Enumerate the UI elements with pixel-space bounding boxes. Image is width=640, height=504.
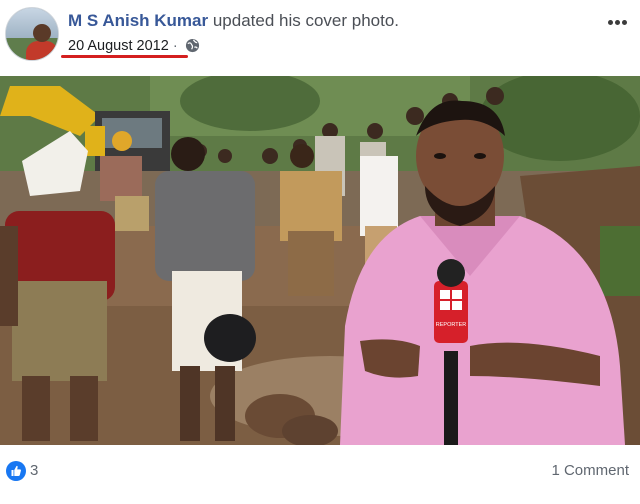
- post-date-link[interactable]: 20 August 2012: [68, 38, 169, 54]
- avatar-shirt: [26, 41, 58, 60]
- post-action-text: updated his cover photo.: [212, 11, 400, 30]
- post-header: M S Anish Kumar updated his cover photo.…: [0, 0, 640, 76]
- post-title-line: M S Anish Kumar updated his cover photo.: [68, 10, 399, 32]
- more-options-icon[interactable]: [608, 12, 632, 26]
- meta-separator: ·: [172, 38, 178, 54]
- mic-flag: [434, 281, 468, 343]
- person-khaki-shirt: [280, 171, 342, 241]
- more-dot: [615, 20, 620, 25]
- child: [100, 156, 142, 201]
- post-meta: 20 August 2012 ·: [68, 37, 200, 55]
- author-name-link[interactable]: M S Anish Kumar: [68, 11, 208, 30]
- more-dot: [622, 20, 627, 25]
- more-dot: [608, 20, 613, 25]
- cover-photo-scene: REPORTER: [0, 76, 640, 445]
- avatar-face: [33, 24, 51, 42]
- person-grey-shirt: [155, 171, 255, 281]
- like-icon[interactable]: [6, 461, 26, 481]
- cover-photo-post: M S Anish Kumar updated his cover photo.…: [0, 0, 640, 504]
- globe-icon[interactable]: [185, 38, 200, 53]
- post-reactions-bar: 3 1 Comment: [0, 445, 640, 504]
- like-count[interactable]: 3: [30, 462, 38, 479]
- date-highlight-underline: [61, 55, 188, 58]
- black-bag: [204, 314, 256, 362]
- thumbs-up-icon: [11, 465, 21, 476]
- cover-photo[interactable]: REPORTER: [0, 76, 640, 445]
- author-avatar[interactable]: [5, 7, 59, 61]
- mic-logo-text: REPORTER: [436, 322, 466, 328]
- reporter-left-hand: [360, 339, 420, 378]
- comment-count-link[interactable]: 1 Comment: [551, 462, 629, 479]
